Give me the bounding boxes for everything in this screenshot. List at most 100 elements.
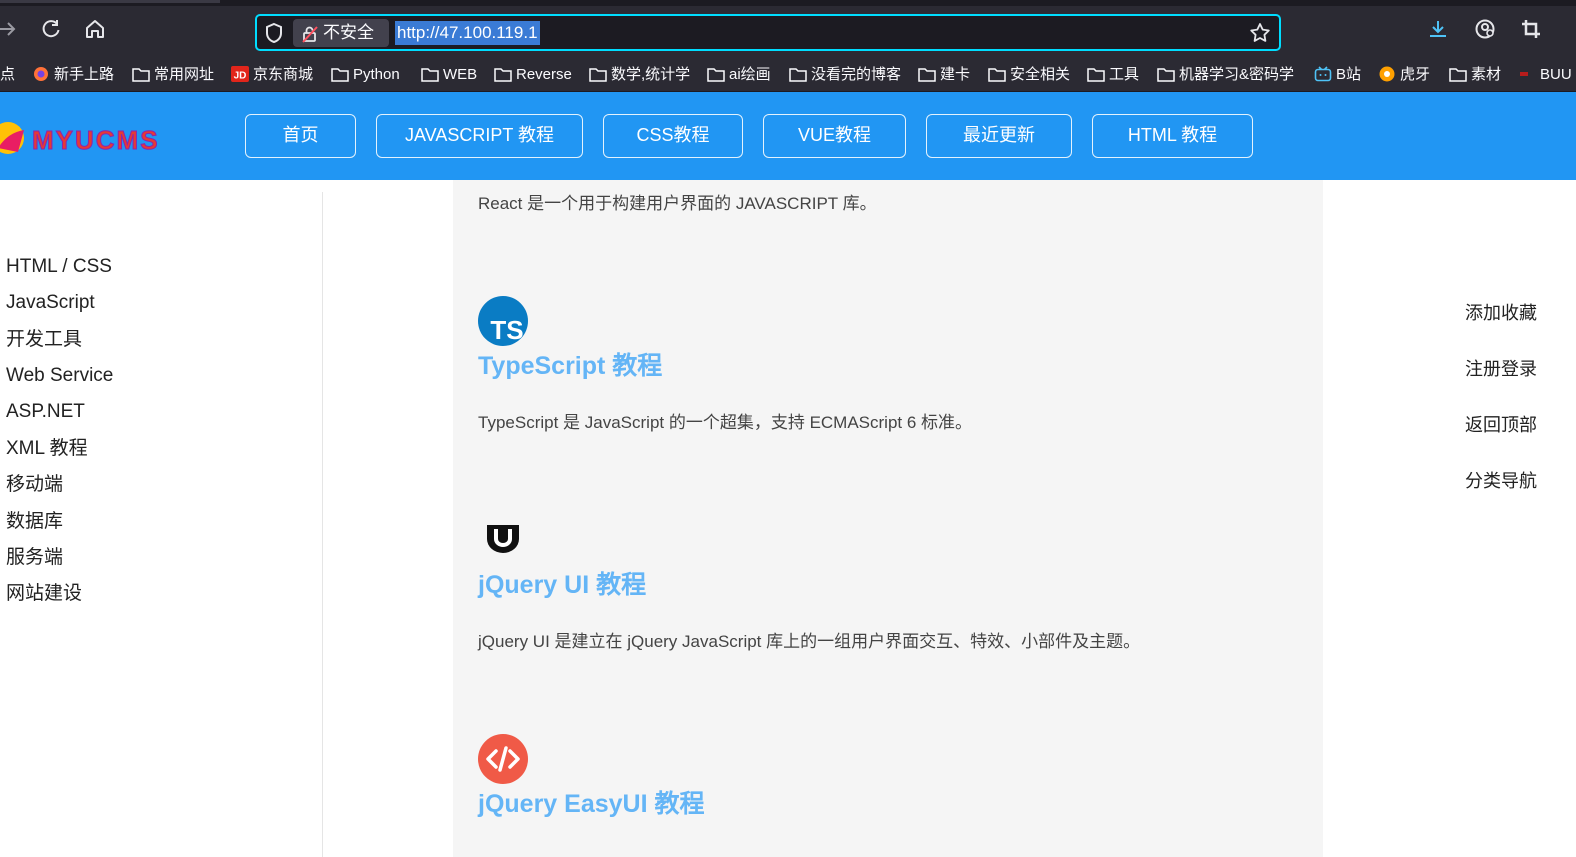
bookmark-item[interactable]: 没看完的博客 xyxy=(789,65,901,85)
bookmark-item[interactable]: B站 xyxy=(1314,65,1361,85)
bookmark-label: WEB xyxy=(443,66,478,83)
sidebar-item-mobile[interactable]: 移动端 xyxy=(6,473,63,497)
firefox-icon xyxy=(32,66,50,82)
account-icon[interactable] xyxy=(1472,18,1498,44)
huya-icon xyxy=(1378,66,1396,82)
code-icon[interactable] xyxy=(478,734,528,784)
bookmark-label: 新手上路 xyxy=(54,66,115,83)
register-login-link[interactable]: 注册登录 xyxy=(1465,357,1537,381)
sidebar-item-aspnet[interactable]: ASP.NET xyxy=(6,400,85,424)
bookmark-item[interactable]: WEB xyxy=(421,65,477,85)
sidebar-item-dev-tools[interactable]: 开发工具 xyxy=(6,328,82,352)
bookmark-label: B站 xyxy=(1336,66,1362,83)
bookmark-item[interactable]: 数学,统计学 xyxy=(589,65,690,85)
svg-text:JD: JD xyxy=(234,71,247,82)
category-nav-link[interactable]: 分类导航 xyxy=(1465,469,1537,493)
sidebar-item-html-css[interactable]: HTML / CSS xyxy=(6,255,112,279)
crop-extension-icon[interactable] xyxy=(1518,18,1544,44)
insecure-label: 不安全 xyxy=(323,23,374,42)
bookmark-item[interactable]: ai绘画 xyxy=(707,65,771,85)
bookmark-item[interactable]: 虎牙 xyxy=(1378,65,1430,85)
bookmark-item[interactable]: 点 xyxy=(0,65,15,85)
folder-icon xyxy=(988,66,1006,82)
shield-icon[interactable] xyxy=(263,22,285,44)
bookmark-item[interactable]: 机器学习&密码学 xyxy=(1157,65,1294,85)
bookmark-label: 机器学习&密码学 xyxy=(1179,66,1295,83)
bookmark-item[interactable]: 常用网址 xyxy=(132,65,214,85)
sidebar-item-server[interactable]: 服务端 xyxy=(6,546,63,570)
course-desc-typescript: TypeScript 是 JavaScript 的一个超集，支持 ECMAScr… xyxy=(478,413,973,432)
react-description: React 是一个用于构建用户界面的 JAVASCRIPT 库。 xyxy=(478,194,877,213)
sidebar-item-website[interactable]: 网站建设 xyxy=(6,582,82,606)
course-title-jquery-easyui[interactable]: jQuery EasyUI 教程 xyxy=(478,789,704,819)
bookmark-item[interactable]: 新手上路 xyxy=(32,65,114,85)
folder-icon xyxy=(1087,66,1105,82)
typescript-icon-text: TS xyxy=(490,315,523,345)
bookmark-label: 建卡 xyxy=(940,66,971,83)
site-logo[interactable]: MYUCMS xyxy=(0,118,232,158)
nav-home[interactable]: 首页 xyxy=(245,114,356,158)
buu-icon xyxy=(1518,66,1536,82)
logo-text: MYUCMS xyxy=(32,125,160,155)
bookmark-label: 工具 xyxy=(1109,66,1140,83)
home-icon[interactable] xyxy=(82,18,108,44)
nav-recent[interactable]: 最近更新 xyxy=(926,114,1072,158)
course-title-jquery-ui[interactable]: jQuery UI 教程 xyxy=(478,570,646,600)
bookmark-item[interactable]: Python xyxy=(331,65,400,85)
folder-icon xyxy=(331,66,349,82)
bookmark-label: Python xyxy=(353,66,400,83)
insecure-lock-icon xyxy=(301,24,319,43)
url-text[interactable]: http://47.100.119.1 xyxy=(395,21,540,45)
folder-icon xyxy=(1157,66,1175,82)
bilibili-icon xyxy=(1314,66,1332,82)
course-desc-jquery-ui: jQuery UI 是建立在 jQuery JavaScript 库上的一组用户… xyxy=(478,632,1141,651)
folder-icon xyxy=(421,66,439,82)
download-icon[interactable] xyxy=(1425,18,1451,44)
sidebar-item-javascript[interactable]: JavaScript xyxy=(6,291,95,315)
back-to-top-link[interactable]: 返回顶部 xyxy=(1465,413,1537,437)
bookmark-star-icon[interactable] xyxy=(1249,22,1271,44)
bookmark-label: 素材 xyxy=(1471,66,1502,83)
bookmark-item[interactable]: BUU xyxy=(1518,65,1572,85)
bookmark-label: 京东商城 xyxy=(253,66,314,83)
bookmark-label: 安全相关 xyxy=(1010,66,1071,83)
folder-icon xyxy=(1449,66,1467,82)
tab-strip xyxy=(0,0,1576,6)
insecure-indicator[interactable]: 不安全 xyxy=(293,19,389,47)
add-favorite-link[interactable]: 添加收藏 xyxy=(1465,301,1537,325)
bookmark-item[interactable]: 工具 xyxy=(1087,65,1139,85)
course-title-typescript[interactable]: TypeScript 教程 xyxy=(478,351,662,381)
sidebar-item-web-service[interactable]: Web Service xyxy=(6,364,113,388)
url-bar[interactable]: 不安全 http://47.100.119.1 xyxy=(255,14,1281,51)
bookmark-item[interactable]: 建卡 xyxy=(918,65,970,85)
bookmark-label: 常用网址 xyxy=(154,66,215,83)
folder-icon xyxy=(918,66,936,82)
nav-html[interactable]: HTML 教程 xyxy=(1092,114,1253,158)
nav-vue[interactable]: VUE教程 xyxy=(763,114,906,158)
jd-icon: JD xyxy=(231,66,249,82)
tab-edge xyxy=(0,0,220,3)
bookmark-label: 点 xyxy=(0,66,16,83)
sidebar-item-xml[interactable]: XML 教程 xyxy=(6,437,88,461)
nav-css[interactable]: CSS教程 xyxy=(603,114,743,158)
bookmark-item[interactable]: Reverse xyxy=(494,65,572,85)
typescript-icon[interactable]: TS xyxy=(478,296,528,346)
folder-icon xyxy=(589,66,607,82)
nav-javascript[interactable]: JAVASCRIPT 教程 xyxy=(376,114,583,158)
folder-icon xyxy=(494,66,512,82)
bookmark-label: Reverse xyxy=(516,66,572,83)
bookmark-label: BUU xyxy=(1540,66,1572,83)
folder-icon xyxy=(789,66,807,82)
reload-icon[interactable] xyxy=(38,18,64,44)
bookmarks-bar: 点 新手上路 常用网址 JD 京东商城 Python WEB Reverse 数学… xyxy=(0,58,1576,92)
bookmark-label: 没看完的博客 xyxy=(811,66,902,83)
bookmark-label: 数学,统计学 xyxy=(611,66,691,83)
bookmark-item[interactable]: 安全相关 xyxy=(988,65,1070,85)
jquery-ui-icon[interactable] xyxy=(478,515,528,565)
bookmark-item[interactable]: 素材 xyxy=(1449,65,1501,85)
bookmark-label: ai绘画 xyxy=(729,66,771,83)
bookmark-item[interactable]: JD 京东商城 xyxy=(231,65,313,85)
sidebar-divider xyxy=(322,192,323,857)
sidebar-item-database[interactable]: 数据库 xyxy=(6,510,63,534)
forward-icon[interactable] xyxy=(0,18,20,44)
